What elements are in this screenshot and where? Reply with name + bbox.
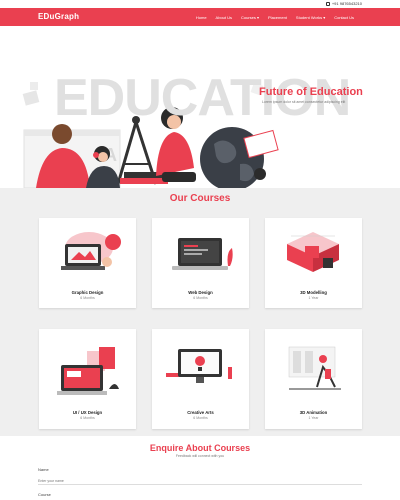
course-name: UI / UX Design [72,410,103,415]
nav-courses[interactable]: Courses ▾ [241,15,259,20]
course-duration: 1 Year [308,296,319,300]
nav-home[interactable]: Home [196,15,207,20]
hero-subtitle: Lorem ipsum dolor sit amet consectetur a… [262,100,346,104]
course-duration: 6 Months [80,296,95,300]
course-name: Creative Arts [187,410,214,415]
phone-number[interactable]: +91 9876543210 [325,0,362,8]
course-duration: 6 Months [193,416,208,420]
enquire-subtitle: Feedback will connect with you [175,454,225,458]
course-card-creative-arts[interactable]: Creative Arts 6 Months [152,329,249,429]
course-card-3d-modelling[interactable]: 3D Modelling 1 Year [265,218,362,308]
course-duration: 6 Months [80,416,95,420]
enquire-title: Enquire About Courses [149,443,251,453]
nav-contact[interactable]: Contact Us [334,15,354,20]
creative-arts-illustration [166,349,232,383]
hero-title: Future of Education [259,86,363,98]
enquire-section: Enquire About Courses Feedback will conn… [0,436,400,500]
course-card-web-design[interactable]: Web Design 6 Months [152,218,249,308]
site-logo[interactable]: EDuGraph [38,8,79,26]
nav-about[interactable]: About Us [216,15,232,20]
course-name: 3D Animation [299,410,328,415]
navbar: EDuGraph Home About Us Courses ▾ Placeme… [0,8,400,26]
ui-ux-illustration [57,347,119,395]
top-strip: +91 9876543210 [0,0,400,8]
course-name: 3D Modelling [300,290,327,295]
nav-student-works[interactable]: Student Works ▾ [296,15,325,20]
hero-background-word: EDUCATION [54,69,351,127]
3d-modelling-illustration [287,232,339,272]
hero-section: A EDUCATION Future of Education Lorem ip… [0,26,400,188]
name-input[interactable] [38,477,362,485]
main-nav: Home About Us Courses ▾ Placement Studen… [196,8,354,26]
graphic-design-illustration [61,232,121,270]
course-card-graphic-design[interactable]: Graphic Design 6 Months [39,218,136,308]
courses-title: Our Courses [169,193,231,204]
course-card-ui-ux-design[interactable]: UI / UX Design 6 Months [39,329,136,429]
name-label: Name [38,467,49,472]
phone-icon [325,1,330,6]
3d-animation-illustration [288,346,341,390]
nav-placement[interactable]: Placement [268,15,287,20]
courses-section: Our Courses Graphic Design 6 Months Web … [0,188,400,436]
course-name: Graphic Design [71,290,104,295]
course-duration: 6 Months [193,296,208,300]
phone-text: +91 9876543210 [331,1,362,6]
course-name: Web Design [188,290,213,295]
web-design-illustration [172,238,233,270]
course-duration: 1 Year [308,416,319,420]
course-card-3d-animation[interactable]: 3D Animation 1 Year [265,329,362,429]
course-label: Course [38,492,51,497]
